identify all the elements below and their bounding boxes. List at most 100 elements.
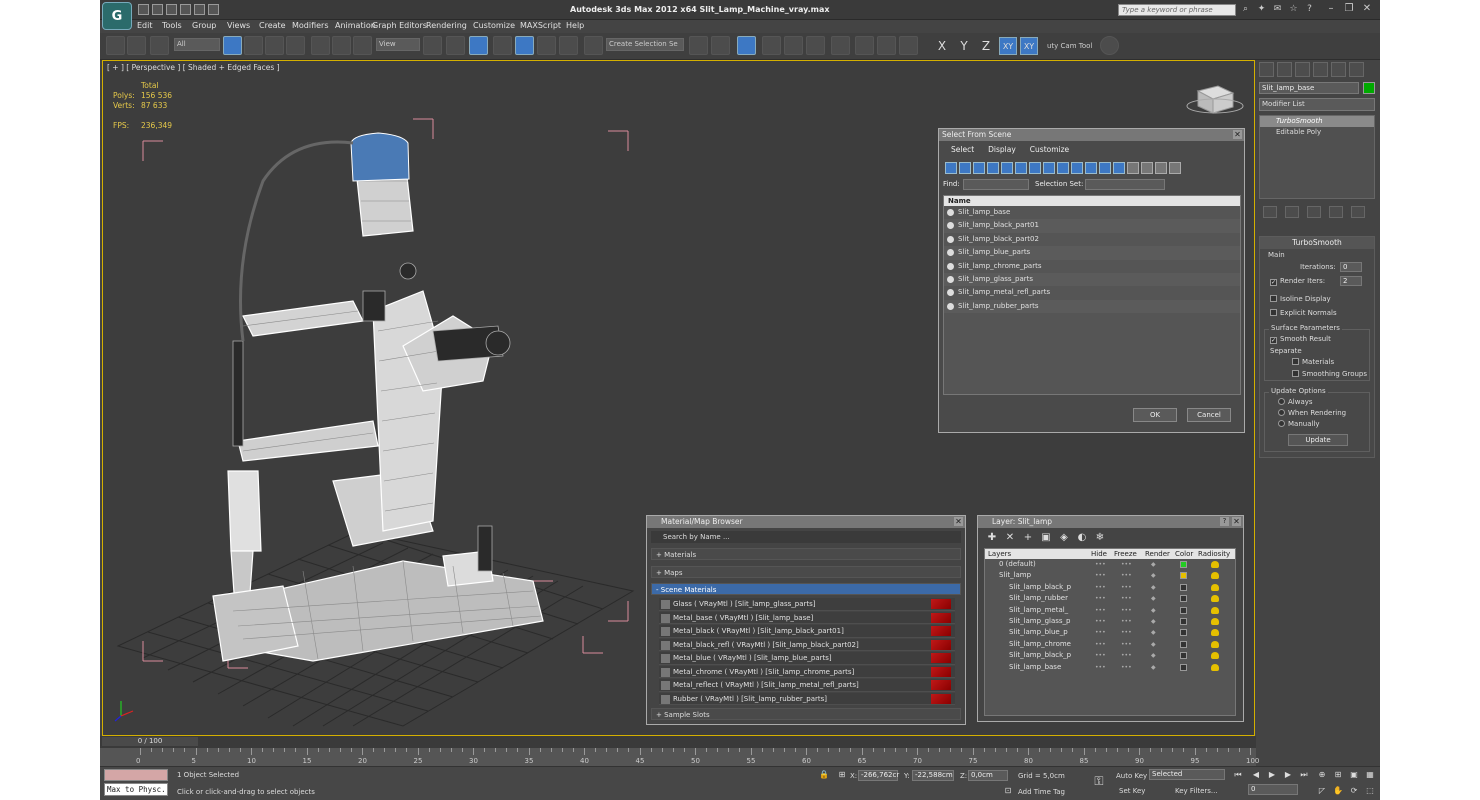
zoom-all-icon[interactable]: ⊞ [1332,769,1344,781]
object-name-field[interactable]: Slit_lamp_base [1259,82,1359,94]
maxscript-listener-input[interactable] [104,769,168,781]
separate-materials-checkbox[interactable]: Materials [1292,358,1334,366]
binoculars-icon[interactable]: ⌕ [1240,4,1251,15]
link-icon[interactable] [106,36,125,55]
render-production-icon[interactable] [899,36,918,55]
menu-create[interactable]: Create [259,21,286,30]
maximize-button[interactable]: ❐ [1340,2,1358,16]
smooth-result-checkbox[interactable]: ✓ Smooth Result [1270,335,1331,344]
materials-section[interactable]: + Materials [651,548,961,560]
radiosity-bulb-icon[interactable] [1211,572,1219,580]
graphite-toolbar-icon[interactable] [762,36,781,55]
render-setup-icon[interactable] [855,36,874,55]
axis-z-button[interactable]: Z [977,37,995,55]
edit-named-selection-icon[interactable] [584,36,603,55]
make-unique-icon[interactable] [1307,206,1321,218]
utilities-tab-icon[interactable] [1349,62,1364,77]
app-logo-icon[interactable]: G [102,2,132,30]
dialog-menu-customize[interactable]: Customize [1030,145,1069,154]
filter-hidden-icon[interactable] [1099,162,1111,174]
delete-layer-icon[interactable]: ✕ [1004,532,1016,544]
layer-freeze-toggle[interactable]: ••• [1121,639,1132,650]
redo-icon[interactable] [194,4,205,15]
menu-graph-editors[interactable]: Graph Editors [372,21,427,30]
layer-color-swatch[interactable] [1180,640,1187,648]
list-item[interactable]: Slit_lamp_black_part02 [944,233,1240,246]
layer-render-toggle[interactable]: ◆ [1151,650,1156,661]
list-item[interactable]: Slit_lamp_blue_parts [944,246,1240,260]
layer-hide-toggle[interactable]: ••• [1095,582,1106,593]
object-color-swatch[interactable] [1363,82,1375,94]
select-object-icon[interactable] [223,36,242,55]
sample-slots-section[interactable]: + Sample Slots [651,708,961,720]
hide-all-icon[interactable]: ◐ [1076,532,1088,544]
communication-center-icon[interactable]: ✉ [1272,4,1283,15]
radiosity-bulb-icon[interactable] [1211,606,1219,614]
auto-key-button[interactable]: Auto Key [1116,772,1147,780]
field-of-view-icon[interactable]: ◸ [1316,785,1328,797]
layer-render-toggle[interactable]: ◆ [1151,559,1156,570]
layer-hide-toggle[interactable]: ••• [1095,616,1106,627]
material-row[interactable]: Metal_black_refl ( VRayMtl ) [Slit_lamp_… [659,638,955,651]
layer-hide-toggle[interactable]: ••• [1095,559,1106,570]
menu-rendering[interactable]: Rendering [426,21,467,30]
layer-row[interactable]: Slit_lamp_black_p ••• ••• ◆ [985,650,1235,661]
named-selection-dropdown[interactable]: Create Selection Se [606,38,684,51]
layer-freeze-toggle[interactable]: ••• [1121,570,1132,581]
menu-help[interactable]: Help [566,21,584,30]
cancel-button[interactable]: Cancel [1187,408,1231,422]
layer-dialog-title[interactable]: Layer: Slit_lamp [978,516,1243,528]
search-input[interactable]: Type a keyword or phrase [1118,4,1236,16]
radiosity-bulb-icon[interactable] [1211,652,1219,660]
always-radio[interactable]: Always [1278,398,1313,406]
layer-color-swatch[interactable] [1180,561,1187,568]
layer-freeze-toggle[interactable]: ••• [1121,582,1132,593]
time-slider[interactable]: 0 / 100 [102,737,198,746]
manually-radio[interactable]: Manually [1278,420,1320,428]
freeze-all-icon[interactable]: ❄ [1094,532,1106,544]
minimize-button[interactable]: – [1322,2,1340,16]
layer-freeze-toggle[interactable]: ••• [1121,616,1132,627]
filter-lights-icon[interactable] [973,162,985,174]
lock-selection-icon[interactable]: 🔒 [818,769,830,781]
list-item[interactable]: Slit_lamp_black_part01 [944,219,1240,233]
separate-smoothing-checkbox[interactable]: Smoothing Groups [1292,370,1367,378]
material-browser-title[interactable]: Material/Map Browser [647,516,965,528]
radiosity-bulb-icon[interactable] [1211,583,1219,591]
add-to-layer-icon[interactable]: + [1022,532,1034,544]
funnel-icon[interactable] [1155,162,1167,174]
layer-row[interactable]: 0 (default) ••• ••• ◆ [985,559,1235,570]
next-frame-icon[interactable]: ▶ [1282,769,1294,781]
layer-color-swatch[interactable] [1180,583,1187,591]
filter-containers-icon[interactable] [1071,162,1083,174]
dialog-menu-display[interactable]: Display [988,145,1016,154]
layer-render-toggle[interactable]: ◆ [1151,627,1156,638]
filter-invert-icon[interactable] [1141,162,1153,174]
layer-row[interactable]: Slit_lamp ••• ••• ◆ [985,570,1235,581]
filter-bones-icon[interactable] [1057,162,1069,174]
col-render[interactable]: Render [1145,550,1170,558]
filter-shapes-icon[interactable] [959,162,971,174]
layer-render-toggle[interactable]: ◆ [1151,605,1156,616]
display-tab-icon[interactable] [1331,62,1346,77]
pin-stack-icon[interactable] [1263,206,1277,218]
select-in-layer-icon[interactable]: ▣ [1040,532,1052,544]
layer-hide-toggle[interactable]: ••• [1095,605,1106,616]
absolute-mode-icon[interactable]: ⊞ [836,769,848,781]
rect-selection-icon[interactable] [265,36,284,55]
filter-frozen-icon[interactable] [1085,162,1097,174]
material-editor-icon[interactable] [831,36,850,55]
key-mode-dropdown[interactable]: Selected [1149,769,1225,780]
material-browser-close-icon[interactable]: ✕ [954,517,963,526]
axis-xy-button[interactable]: XY [999,37,1017,55]
layer-render-toggle[interactable]: ◆ [1151,639,1156,650]
y-coordinate-field[interactable]: -22,588cm [912,770,954,781]
reference-coordinate-dropdown[interactable]: View [376,38,420,51]
material-search-input[interactable]: Search by Name ... [651,531,961,543]
maxscript-mini-listener[interactable]: Max to Physc. [104,783,168,796]
layer-color-swatch[interactable] [1180,572,1187,580]
radiosity-bulb-icon[interactable] [1211,561,1219,568]
select-manipulate-icon[interactable] [446,36,465,55]
radiosity-bulb-icon[interactable] [1211,595,1219,603]
scale-icon[interactable] [353,36,372,55]
